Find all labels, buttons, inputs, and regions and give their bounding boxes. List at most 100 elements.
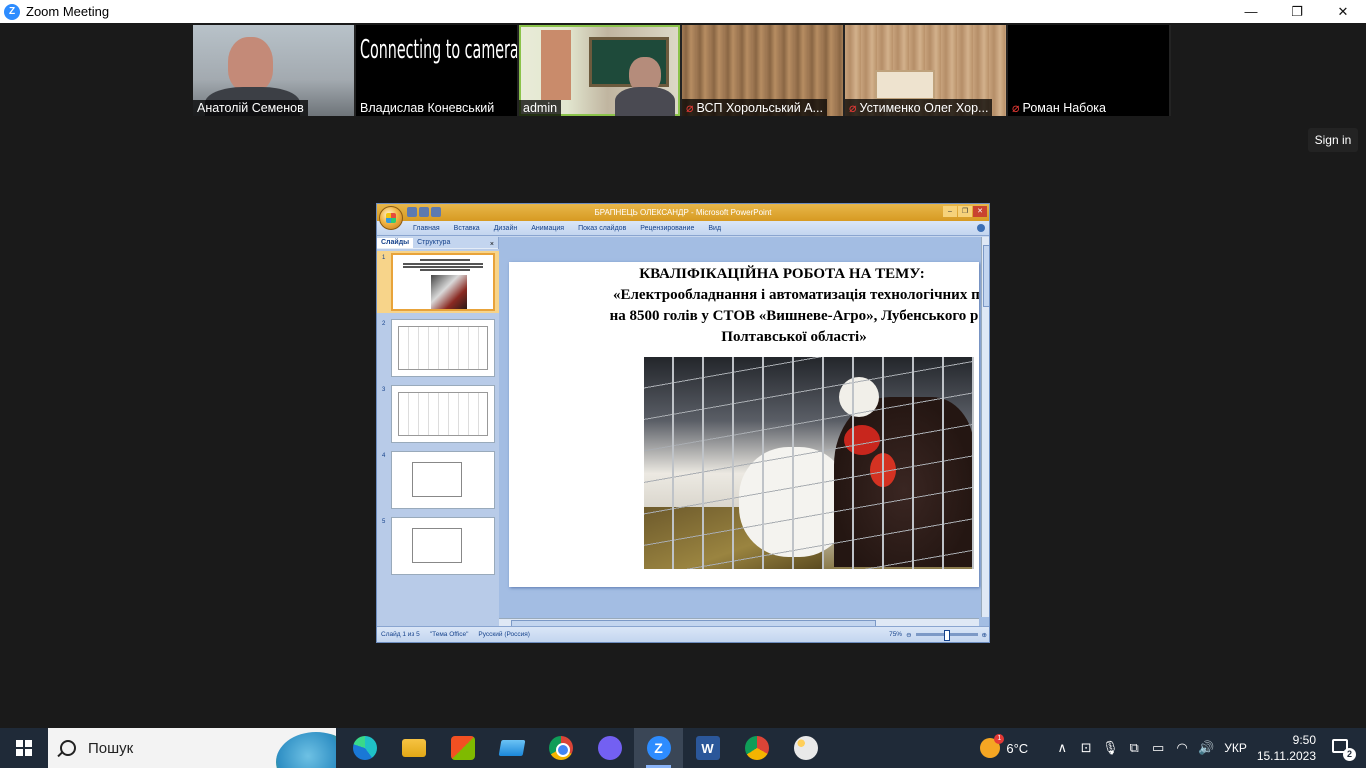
weather-badge: 1 <box>994 734 1005 744</box>
zoom-in-icon[interactable]: ⊕ <box>982 631 987 639</box>
paint-icon <box>793 736 818 760</box>
meet-now-icon[interactable]: ⊡ <box>1074 740 1098 756</box>
search-icon <box>60 740 76 756</box>
show-hidden-icons-icon[interactable]: ∧ <box>1050 740 1074 756</box>
taskbar-app-paint[interactable] <box>781 728 830 768</box>
taskbar-app-chrome[interactable] <box>536 728 585 768</box>
video-tile-active-speaker[interactable]: admin <box>519 25 680 116</box>
taskbar: Пошук Z W 1 6°C ∧ ⊡ 🎙 ⧉ ▭ ◠ 🔊 УКР 9:50 1… <box>0 728 1366 768</box>
camera-status-text: Connecting to camera... <box>360 35 517 65</box>
current-slide[interactable]: КВАЛІФІКАЦІЙНА РОБОТА НА ТЕМУ: «Електроо… <box>509 262 979 587</box>
muted-mic-icon: ⌀ <box>1012 101 1020 115</box>
slides-pane: Слайды Структура × 1 2 3 4 5 <box>377 237 499 628</box>
tab-design[interactable]: Дизайн <box>494 225 518 232</box>
participant-name: ⌀ ВСП Хорольський А... <box>682 99 827 116</box>
edge-icon <box>352 736 377 760</box>
video-tile[interactable]: ⌀ Роман Набока <box>1008 25 1169 116</box>
notifications-button[interactable]: 2 <box>1330 735 1356 761</box>
muted-mic-icon: ⌀ <box>849 101 857 115</box>
zoom-slider[interactable] <box>915 630 978 641</box>
zoom-icon: Z <box>646 736 671 760</box>
taskbar-app-store[interactable] <box>438 728 487 768</box>
tab-outline[interactable]: Структура <box>413 238 454 248</box>
taskbar-app-viber[interactable] <box>585 728 634 768</box>
microphone-icon[interactable]: 🎙 <box>1098 740 1122 756</box>
restore-button[interactable]: ❐ <box>1274 0 1320 23</box>
slide-counter: Слайд 1 из 5 <box>381 631 420 638</box>
tab-review[interactable]: Рецензирование <box>640 225 694 232</box>
volume-icon[interactable]: 🔊 <box>1194 740 1218 756</box>
participant-name: admin <box>519 100 562 116</box>
close-button[interactable]: ✕ <box>1320 0 1366 23</box>
sign-in-button[interactable]: Sign in <box>1308 128 1358 152</box>
tab-home[interactable]: Главная <box>413 225 440 232</box>
ppt-window-title: БРАПНЕЦЬ ОЛЕКСАНДР - Microsoft PowerPoin… <box>594 208 772 217</box>
taskbar-search[interactable]: Пошук <box>48 728 336 768</box>
video-tile[interactable]: ⌀ ВСП Хорольський А... <box>682 25 843 116</box>
windows-icon <box>16 740 32 756</box>
participant-name: ⌀ Роман Набока <box>1008 99 1110 116</box>
start-button[interactable] <box>0 728 48 768</box>
slide-topic-line: на 8500 голів у СТОВ «Вишневе-Агро», Луб… <box>609 308 979 324</box>
slide-thumbnails: 1 2 3 4 5 <box>377 249 499 628</box>
save-icon[interactable] <box>407 207 417 217</box>
redo-icon[interactable] <box>431 207 441 217</box>
tab-slideshow[interactable]: Показ слайдов <box>578 225 626 232</box>
chrome-profile-icon <box>744 736 769 760</box>
slide-editor: КВАЛІФІКАЦІЙНА РОБОТА НА ТЕМУ: «Електроо… <box>499 237 989 628</box>
notification-count: 2 <box>1343 748 1356 761</box>
slide-title: КВАЛІФІКАЦІЙНА РОБОТА НА ТЕМУ: <box>639 266 925 282</box>
slide-thumbnail[interactable]: 3 <box>377 383 499 445</box>
weather-widget[interactable]: 1 6°C <box>980 734 1029 758</box>
ribbon-tabs: Главная Вставка Дизайн Анимация Показ сл… <box>377 221 989 236</box>
weather-icon: 1 <box>980 734 1005 758</box>
slide-topic-line: Полтавської області» <box>721 329 867 345</box>
video-tile[interactable]: Connecting to camera... Владислав Коневс… <box>356 25 517 116</box>
taskbar-app-edge[interactable] <box>340 728 389 768</box>
ppt-title-bar: БРАПНЕЦЬ ОЛЕКСАНДР - Microsoft PowerPoin… <box>377 204 989 230</box>
slide-thumbnail[interactable]: 2 <box>377 317 499 379</box>
pc-icon <box>498 740 525 756</box>
battery-icon[interactable]: ▭ <box>1146 740 1170 756</box>
temperature: 6°C <box>1006 740 1029 756</box>
pane-close-icon[interactable]: × <box>490 241 494 248</box>
window-title: Zoom Meeting <box>26 4 110 19</box>
shared-screen: БРАПНЕЦЬ ОЛЕКСАНДР - Microsoft PowerPoin… <box>376 203 990 643</box>
slide-topic-line: «Електрообладнання і автоматизація техно… <box>613 287 979 303</box>
clock[interactable]: 9:50 15.11.2023 <box>1257 732 1316 764</box>
tab-insert[interactable]: Вставка <box>454 225 480 232</box>
taskbar-app-word[interactable]: W <box>683 728 732 768</box>
taskbar-app-chrome-profile[interactable] <box>732 728 781 768</box>
tab-animation[interactable]: Анимация <box>531 225 564 232</box>
zoom-logo-icon: Z <box>4 3 20 20</box>
tab-view[interactable]: Вид <box>708 225 721 232</box>
input-language[interactable]: УКР <box>1224 741 1247 755</box>
slide-thumbnail[interactable]: 4 <box>377 449 499 511</box>
help-icon[interactable] <box>977 224 985 232</box>
screen-share-icon[interactable]: ⧉ <box>1122 740 1146 756</box>
participant-name: ⌀ Устименко Олег Хор... <box>845 99 993 116</box>
video-tile[interactable]: Анатолій Семенов <box>193 25 354 116</box>
ppt-minimize-icon[interactable]: – <box>943 206 957 217</box>
slide-thumbnail[interactable]: 1 <box>377 251 499 313</box>
title-bar: Z Zoom Meeting — ❐ ✕ <box>0 0 1366 23</box>
vertical-scrollbar[interactable] <box>981 237 989 617</box>
zoom-out-icon[interactable]: ⊖ <box>906 631 911 639</box>
minimize-button[interactable]: — <box>1228 0 1274 23</box>
taskbar-app-pc[interactable] <box>487 728 536 768</box>
store-icon <box>450 736 475 760</box>
undo-icon[interactable] <box>419 207 429 217</box>
tab-slides[interactable]: Слайды <box>377 238 414 248</box>
clock-time: 9:50 <box>1292 733 1316 747</box>
participant-name: Владислав Коневський <box>356 100 499 116</box>
office-button-icon[interactable] <box>379 206 403 230</box>
slide-thumbnail[interactable]: 5 <box>377 515 499 577</box>
participant-name: Анатолій Семенов <box>193 100 308 116</box>
ppt-restore-icon[interactable]: ❐ <box>958 206 972 217</box>
video-tile[interactable]: ⌀ Устименко Олег Хор... <box>845 25 1006 116</box>
file-explorer-icon <box>401 739 426 757</box>
taskbar-app-explorer[interactable] <box>389 728 438 768</box>
wifi-icon[interactable]: ◠ <box>1170 740 1194 756</box>
taskbar-app-zoom[interactable]: Z <box>634 728 683 768</box>
ppt-close-icon[interactable]: ✕ <box>973 206 987 217</box>
